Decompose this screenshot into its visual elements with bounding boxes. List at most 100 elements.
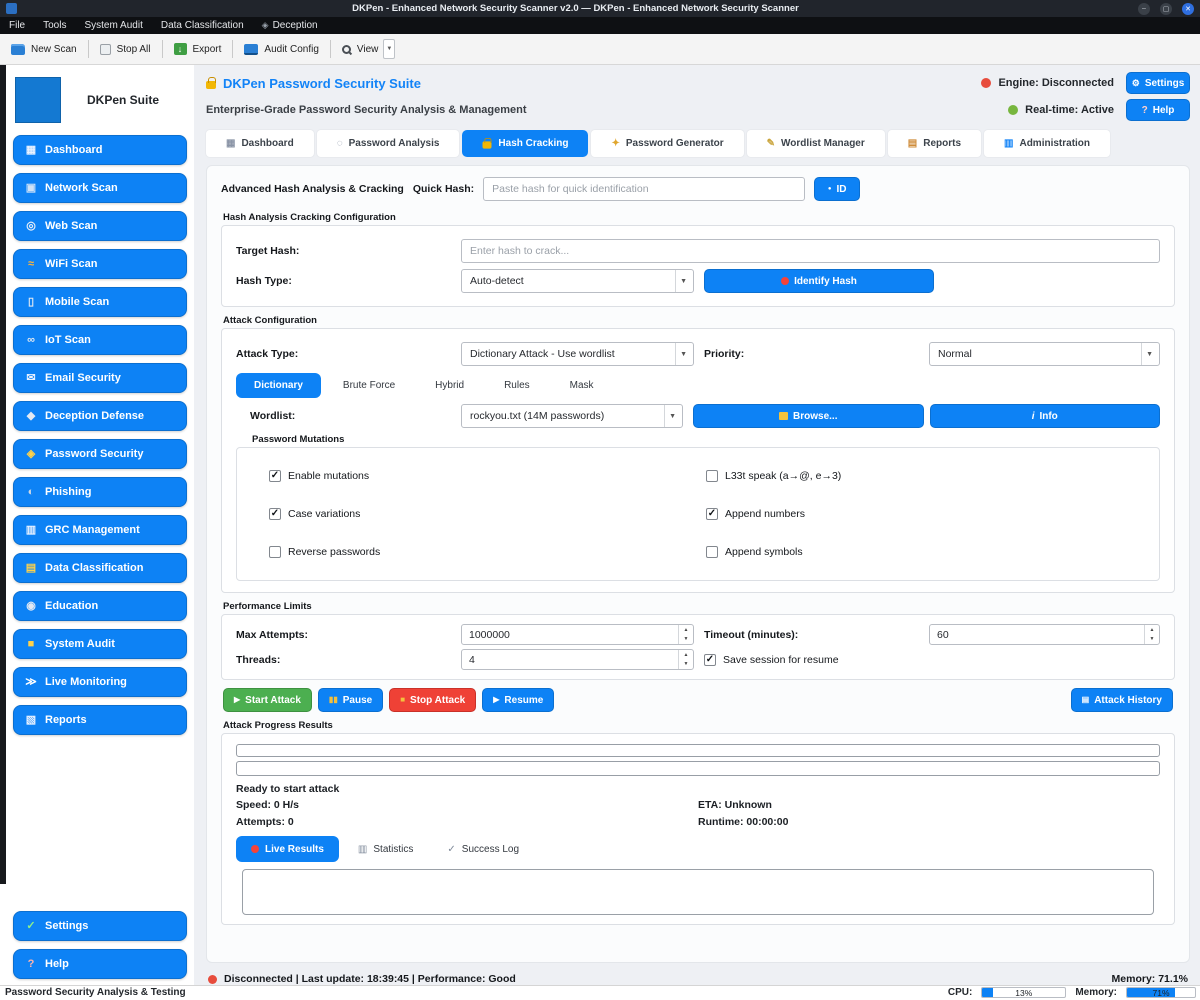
checkbox-append-numbers[interactable]: Append numbers	[706, 508, 1143, 520]
checkbox-icon[interactable]	[706, 546, 718, 558]
menu-tools[interactable]: Tools	[34, 20, 75, 31]
subtab-hybrid[interactable]: Hybrid	[417, 373, 482, 398]
sidebar-item-wifi-scan[interactable]: WiFi Scan	[13, 249, 187, 279]
sidebar-item-system-audit[interactable]: System Audit	[13, 629, 187, 659]
target-hash-input[interactable]	[461, 239, 1160, 263]
audit-config-button[interactable]: Audit Config	[233, 44, 329, 55]
attack-config-group: Attack Type: Dictionary Attack - Use wor…	[221, 328, 1175, 593]
menu-deception[interactable]: ◈Deception	[253, 20, 327, 31]
wordlist-select[interactable]: rockyou.txt (14M passwords)▼	[461, 404, 683, 428]
browse-button[interactable]: Browse...	[693, 404, 924, 428]
sidebar-item-data-classification[interactable]: Data Classification	[13, 553, 187, 583]
gear-icon: ⚙	[1132, 78, 1140, 89]
attack-type-select[interactable]: Dictionary Attack - Use wordlist▼	[461, 342, 694, 366]
sidebar-item-reports[interactable]: Reports	[13, 705, 187, 735]
sidebar-item-settings[interactable]: Settings	[13, 911, 187, 941]
spin-up-icon[interactable]: ▲	[679, 625, 693, 635]
checkbox-icon[interactable]	[706, 470, 718, 482]
sidebar-item-email-security[interactable]: Email Security	[13, 363, 187, 393]
checkbox-icon[interactable]	[269, 470, 281, 482]
live-results-output[interactable]	[242, 869, 1154, 915]
sidebar-item-web-scan[interactable]: Web Scan	[13, 211, 187, 241]
checkbox-icon[interactable]	[269, 508, 281, 520]
checkbox-enable-mutations[interactable]: Enable mutations	[269, 470, 706, 482]
identify-hash-button[interactable]: Identify Hash	[704, 269, 934, 293]
maximize-button[interactable]: ▢	[1160, 3, 1172, 15]
sidebar-item-live-monitoring[interactable]: Live Monitoring	[13, 667, 187, 697]
dashboard-icon	[24, 145, 38, 156]
checkbox-l33t-speak[interactable]: L33t speak (a→@, e→3)	[706, 470, 1143, 482]
subtab-dictionary[interactable]: Dictionary	[236, 373, 321, 398]
app-status-text: Password Security Analysis & Testing	[5, 987, 186, 998]
spin-up-icon[interactable]: ▲	[1145, 625, 1159, 635]
connection-status: Disconnected | Last update: 18:39:45 | P…	[224, 973, 516, 985]
threads-stepper[interactable]: 4▲▼	[461, 649, 694, 670]
tab-password-analysis[interactable]: ◌Password Analysis	[317, 130, 460, 157]
hash-type-select[interactable]: Auto-detect▼	[461, 269, 694, 293]
subtab-brute-force[interactable]: Brute Force	[325, 373, 413, 398]
minimize-button[interactable]: –	[1138, 3, 1150, 15]
stop-all-button[interactable]: Stop All	[89, 44, 162, 55]
view-button[interactable]: View	[331, 44, 390, 55]
help-button[interactable]: ?Help	[1126, 99, 1190, 121]
checkbox-case-variations[interactable]: Case variations	[269, 508, 706, 520]
spin-up-icon[interactable]: ▲	[679, 650, 693, 660]
start-attack-button[interactable]: ▶Start Attack	[223, 688, 312, 712]
resume-button[interactable]: ▶Resume	[482, 688, 554, 712]
web-icon	[24, 221, 38, 232]
cpu-label: CPU:	[948, 987, 972, 998]
menu-data-classification[interactable]: Data Classification	[152, 20, 253, 31]
info-button[interactable]: iInfo	[930, 404, 1161, 428]
sidebar-item-deception-defense[interactable]: Deception Defense	[13, 401, 187, 431]
pause-button[interactable]: ▮▮Pause	[318, 688, 383, 712]
sidebar-item-mobile-scan[interactable]: Mobile Scan	[13, 287, 187, 317]
attack-actions: ▶Start Attack ▮▮Pause ■Stop Attack ▶Resu…	[223, 688, 1173, 712]
view-dropdown-button[interactable]: ▼	[383, 39, 395, 59]
folder-icon	[11, 44, 25, 55]
spin-down-icon[interactable]: ▼	[679, 635, 693, 645]
sidebar-item-education[interactable]: Education	[13, 591, 187, 621]
max-attempts-stepper[interactable]: 1000000▲▼	[461, 624, 694, 645]
tab-wordlist-manager[interactable]: ✎Wordlist Manager	[747, 130, 885, 157]
new-scan-button[interactable]: New Scan	[0, 44, 88, 55]
tab-statistics[interactable]: ▥Statistics	[343, 836, 428, 862]
checkbox-icon[interactable]	[706, 508, 718, 520]
subtab-mask[interactable]: Mask	[552, 373, 612, 398]
attack-progress-bar	[236, 744, 1160, 757]
quick-id-button[interactable]: ●ID	[814, 177, 860, 201]
quick-hash-input[interactable]	[483, 177, 805, 201]
tab-hash-cracking[interactable]: Hash Cracking	[462, 130, 588, 157]
export-button[interactable]: ↓Export	[163, 43, 233, 55]
menu-file[interactable]: File	[0, 20, 34, 31]
priority-select[interactable]: Normal▼	[929, 342, 1160, 366]
sidebar-item-help[interactable]: Help	[13, 949, 187, 979]
tab-live-results[interactable]: Live Results	[236, 836, 339, 862]
spin-down-icon[interactable]: ▼	[1145, 635, 1159, 645]
performance-title: Performance Limits	[223, 601, 1175, 612]
sidebar-item-grc-management[interactable]: GRC Management	[13, 515, 187, 545]
attempts-value: Attempts: 0	[236, 816, 698, 828]
sidebar-item-dashboard[interactable]: Dashboard	[13, 135, 187, 165]
spin-down-icon[interactable]: ▼	[679, 660, 693, 670]
close-button[interactable]: ✕	[1182, 3, 1194, 15]
tab-administration[interactable]: ▥Administration	[984, 130, 1110, 157]
checkbox-icon[interactable]	[704, 654, 716, 666]
checkbox-append-symbols[interactable]: Append symbols	[706, 546, 1143, 558]
settings-button[interactable]: ⚙Settings	[1126, 72, 1190, 94]
checkbox-reverse-passwords[interactable]: Reverse passwords	[269, 546, 706, 558]
sidebar-item-network-scan[interactable]: Network Scan	[13, 173, 187, 203]
timeout-stepper[interactable]: 60▲▼	[929, 624, 1160, 645]
tab-dashboard[interactable]: ▦Dashboard	[206, 130, 314, 157]
checkbox-save-session[interactable]: Save session for resume	[694, 654, 839, 666]
subtab-rules[interactable]: Rules	[486, 373, 548, 398]
attack-history-button[interactable]: ▤Attack History	[1071, 688, 1173, 712]
tab-success-log[interactable]: ✓Success Log	[432, 836, 534, 862]
tab-password-generator[interactable]: ✦Password Generator	[591, 130, 743, 157]
sidebar-item-phishing[interactable]: Phishing	[13, 477, 187, 507]
tab-reports[interactable]: ▤Reports	[888, 130, 981, 157]
stop-attack-button[interactable]: ■Stop Attack	[389, 688, 476, 712]
sidebar-item-password-security[interactable]: Password Security	[13, 439, 187, 469]
sidebar-item-iot-scan[interactable]: IoT Scan	[13, 325, 187, 355]
menu-system-audit[interactable]: System Audit	[75, 20, 151, 31]
checkbox-icon[interactable]	[269, 546, 281, 558]
